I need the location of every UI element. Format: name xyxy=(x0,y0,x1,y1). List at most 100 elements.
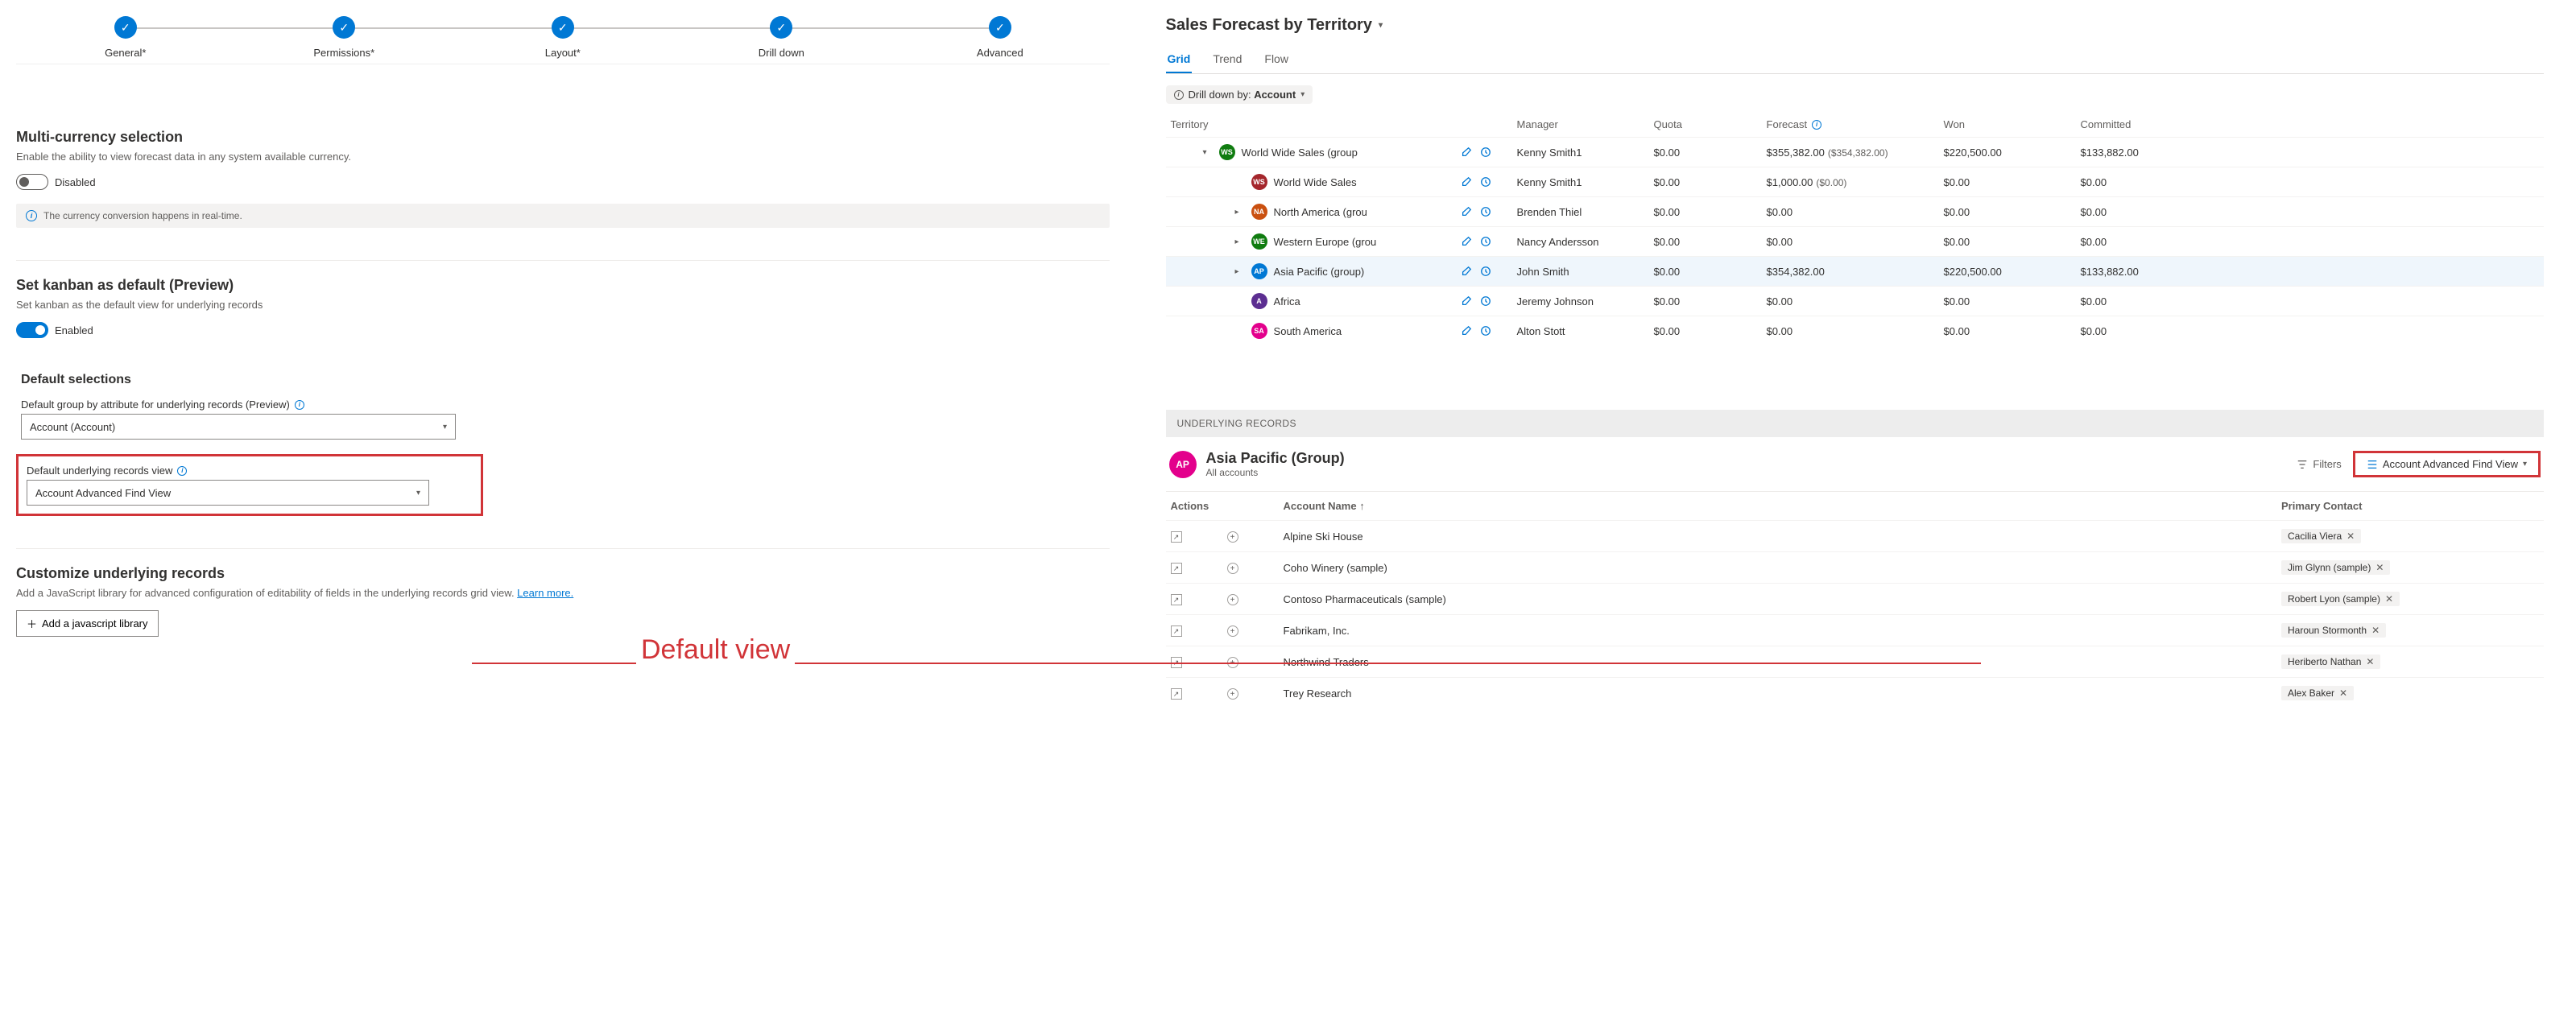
remove-icon[interactable]: ✕ xyxy=(2366,656,2374,667)
account-row[interactable]: ↗ + Trey Research Alex Baker✕ xyxy=(1166,677,2544,708)
history-icon[interactable] xyxy=(1480,176,1491,188)
contact-pill[interactable]: Heriberto Nathan✕ xyxy=(2281,654,2380,669)
toggle-label: Disabled xyxy=(55,176,96,188)
forecast-row[interactable]: ▸ NA North America (grou Brenden Thiel $… xyxy=(1166,196,2544,226)
info-icon[interactable]: i xyxy=(177,466,187,476)
territory-avatar: WE xyxy=(1251,233,1267,250)
remove-icon[interactable]: ✕ xyxy=(2347,531,2355,542)
sort-asc-icon[interactable]: ↑ xyxy=(1359,500,1365,512)
grid-header: Territory Manager Quota Forecasti Won Co… xyxy=(1166,112,2544,137)
tab-flow[interactable]: Flow xyxy=(1263,46,1290,73)
view-selector[interactable]: Account Advanced Find View ▾ xyxy=(2360,455,2533,473)
manager-cell: Kenny Smith1 xyxy=(1517,176,1654,188)
group-by-label: Default group by attribute for underlyin… xyxy=(21,398,1110,411)
account-name: Coho Winery (sample) xyxy=(1284,562,2281,574)
manager-cell: Brenden Thiel xyxy=(1517,206,1654,218)
add-icon[interactable]: + xyxy=(1227,531,1238,543)
expand-icon[interactable]: ▾ xyxy=(1203,148,1213,157)
account-row[interactable]: ↗ + Northwind Traders Heriberto Nathan✕ xyxy=(1166,646,2544,677)
history-icon[interactable] xyxy=(1480,295,1491,307)
filters-button[interactable]: Filters xyxy=(2297,458,2341,470)
account-name: Trey Research xyxy=(1284,687,2281,700)
remove-icon[interactable]: ✕ xyxy=(2371,625,2380,636)
drill-down-pill[interactable]: i Drill down by: Account ▾ xyxy=(1166,85,1313,104)
multi-currency-toggle[interactable]: Disabled xyxy=(16,174,96,190)
multi-currency-title: Multi-currency selection xyxy=(16,129,1110,146)
contact-pill[interactable]: Robert Lyon (sample)✕ xyxy=(2281,592,2400,606)
manager-cell: Alton Stott xyxy=(1517,325,1654,337)
share-icon[interactable] xyxy=(1461,266,1472,277)
open-record-icon[interactable]: ↗ xyxy=(1171,594,1182,605)
contact-pill[interactable]: Jim Glynn (sample)✕ xyxy=(2281,560,2390,575)
history-icon[interactable] xyxy=(1480,206,1491,217)
expand-icon[interactable]: ▸ xyxy=(1235,208,1245,217)
share-icon[interactable] xyxy=(1461,147,1472,158)
manager-cell: John Smith xyxy=(1517,266,1654,278)
info-icon[interactable]: i xyxy=(295,400,304,410)
forecast-row[interactable]: WS World Wide Sales Kenny Smith1 $0.00 $… xyxy=(1166,167,2544,196)
history-icon[interactable] xyxy=(1480,236,1491,247)
share-icon[interactable] xyxy=(1461,236,1472,247)
history-icon[interactable] xyxy=(1480,266,1491,277)
toggle-label: Enabled xyxy=(55,324,93,336)
account-row[interactable]: ↗ + Coho Winery (sample) Jim Glynn (samp… xyxy=(1166,551,2544,583)
filter-icon xyxy=(2297,459,2308,470)
add-icon[interactable]: + xyxy=(1227,688,1238,700)
history-icon[interactable] xyxy=(1480,147,1491,158)
quota-cell: $0.00 xyxy=(1654,295,1767,308)
default-view-select[interactable]: Account Advanced Find View ▾ xyxy=(27,480,429,506)
territory-name: North America (grou xyxy=(1274,206,1367,218)
group-avatar: AP xyxy=(1169,451,1197,478)
won-cell: $0.00 xyxy=(1944,295,2081,308)
expand-icon[interactable]: ▸ xyxy=(1235,237,1245,246)
open-record-icon[interactable]: ↗ xyxy=(1171,688,1182,700)
step-layout[interactable]: ✓ Layout* xyxy=(453,16,672,59)
remove-icon[interactable]: ✕ xyxy=(2375,562,2384,573)
info-icon[interactable]: i xyxy=(1812,120,1821,130)
tab-grid[interactable]: Grid xyxy=(1166,46,1193,73)
remove-icon[interactable]: ✕ xyxy=(2339,687,2347,699)
share-icon[interactable] xyxy=(1461,295,1472,307)
forecast-row[interactable]: SA South America Alton Stott $0.00 $0.00… xyxy=(1166,316,2544,345)
account-name: Northwind Traders xyxy=(1284,656,2281,668)
contact-pill[interactable]: Alex Baker✕ xyxy=(2281,686,2354,700)
plus-icon: ＋ xyxy=(27,616,37,631)
step-advanced[interactable]: ✓ Advanced xyxy=(891,16,1110,59)
territory-name: Western Europe (grou xyxy=(1274,236,1377,248)
account-row[interactable]: ↗ + Fabrikam, Inc. Haroun Stormonth✕ xyxy=(1166,614,2544,646)
chevron-down-icon: ▾ xyxy=(416,489,420,497)
account-row[interactable]: ↗ + Contoso Pharmaceuticals (sample) Rob… xyxy=(1166,583,2544,614)
group-by-select[interactable]: Account (Account) ▾ xyxy=(21,414,456,440)
share-icon[interactable] xyxy=(1461,176,1472,188)
learn-more-link[interactable]: Learn more. xyxy=(517,587,573,599)
add-icon[interactable]: + xyxy=(1227,625,1238,637)
remove-icon[interactable]: ✕ xyxy=(2385,593,2393,605)
step-general[interactable]: ✓ General* xyxy=(16,16,235,59)
account-row[interactable]: ↗ + Alpine Ski House Cacilia Viera✕ xyxy=(1166,520,2544,551)
quota-cell: $0.00 xyxy=(1654,236,1767,248)
forecast-row[interactable]: A Africa Jeremy Johnson $0.00 $0.00 $0.0… xyxy=(1166,286,2544,316)
contact-pill[interactable]: Haroun Stormonth✕ xyxy=(2281,623,2386,638)
forecast-cell: $0.00 xyxy=(1767,295,1944,308)
forecast-row[interactable]: ▸ AP Asia Pacific (group) John Smith $0.… xyxy=(1166,256,2544,286)
add-icon[interactable]: + xyxy=(1227,563,1238,574)
territory-name: World Wide Sales xyxy=(1274,176,1357,188)
step-permissions[interactable]: ✓ Permissions* xyxy=(235,16,454,59)
share-icon[interactable] xyxy=(1461,206,1472,217)
add-js-library-button[interactable]: ＋ Add a javascript library xyxy=(16,610,159,637)
open-record-icon[interactable]: ↗ xyxy=(1171,563,1182,574)
forecast-row[interactable]: ▸ WE Western Europe (grou Nancy Andersso… xyxy=(1166,226,2544,256)
open-record-icon[interactable]: ↗ xyxy=(1171,531,1182,543)
expand-icon[interactable]: ▸ xyxy=(1235,267,1245,276)
forecast-title[interactable]: Sales Forecast by Territory ▾ xyxy=(1166,16,2544,35)
kanban-toggle[interactable]: Enabled xyxy=(16,322,93,338)
add-icon[interactable]: + xyxy=(1227,594,1238,605)
kanban-title: Set kanban as default (Preview) xyxy=(16,277,1110,294)
history-icon[interactable] xyxy=(1480,325,1491,336)
share-icon[interactable] xyxy=(1461,325,1472,336)
tab-trend[interactable]: Trend xyxy=(1211,46,1243,73)
step-drilldown[interactable]: ✓ Drill down xyxy=(672,16,891,59)
contact-pill[interactable]: Cacilia Viera✕ xyxy=(2281,529,2361,543)
forecast-row[interactable]: ▾ WS World Wide Sales (group Kenny Smith… xyxy=(1166,137,2544,167)
open-record-icon[interactable]: ↗ xyxy=(1171,625,1182,637)
